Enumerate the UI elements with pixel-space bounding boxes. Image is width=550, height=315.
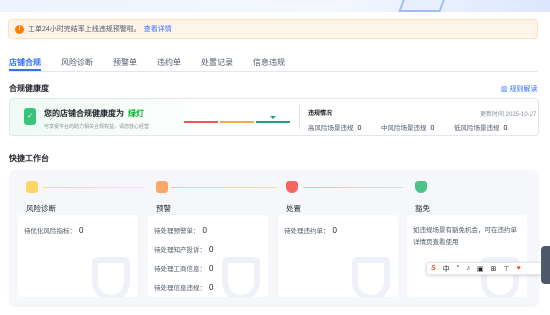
ime-toolbox-icon[interactable]: ⊞ [491,265,497,273]
exemption-text: 如违规场景有豁免机会，可在违约单详情页查看使用 [413,227,517,246]
ime-punctuation-icon[interactable]: ° [457,265,460,272]
risk-diagnosis-icon [26,181,38,193]
disposal-shield-icon [286,181,298,193]
list-item[interactable]: 待处理信息违规： 0 [154,282,213,292]
violation-title: 违规情况 [308,111,333,117]
level-bar-orange [220,121,254,123]
rule-explanation-link[interactable]: ▥ 规则解读 [501,84,538,94]
col-label-warning: 预警 [156,204,171,213]
tab-info-violations[interactable]: 信息违规 [253,57,285,68]
health-level: 绿灯 [128,109,144,118]
ime-logo-icon[interactable]: S [431,265,436,272]
violation-low: 低风险场景违规 0 [454,125,508,132]
alert-text: 工单24小时完结率上线违规预警啦。 [28,26,141,33]
top-banner [0,0,550,12]
list-item[interactable]: 待优化风险指标： 0 [24,225,83,235]
exemption-card: 如违规场景有豁免机会，可在违约单详情页查看使用 [407,215,527,297]
flow-line [171,187,277,188]
list-item[interactable]: 待处理预警单： 0 [154,225,207,235]
exemption-shield-icon [415,181,427,193]
shield-watermark-icon [222,257,260,297]
book-icon: ▥ [501,86,510,93]
ime-mascot-icon[interactable]: ♥ [517,265,521,272]
shield-watermark-icon [92,257,130,297]
ime-keyboard-icon[interactable]: ▣ [477,265,484,273]
health-summary: ✓ 您的店铺合规健康度为 绿灯 可享受平台的助力相关合规权益，请您放心经营 [10,99,298,135]
disposal-card: 待处理违约单： 0 [278,215,398,297]
flow-line [303,187,403,188]
side-drawer-handle[interactable] [541,246,550,284]
level-bar-red [184,121,218,123]
list-item[interactable]: 待处理知产投诉： 0 [154,244,213,254]
list-item[interactable]: 待处理工商信息： 0 [154,263,213,273]
shield-watermark-icon [352,257,390,297]
level-marker-icon [270,116,276,119]
warning-icon: ! [15,24,24,34]
ime-chinese-mode[interactable]: 中 [443,264,450,274]
violation-medium: 中风险场景违规 0 [381,125,435,132]
tab-store-compliance[interactable]: 店铺合规 [9,57,41,68]
tab-bar: 店铺合规 风险诊断 预警单 违约单 处置记录 信息违规 [9,57,305,68]
health-card: ✓ 您的店铺合规健康度为 绿灯 可享受平台的助力相关合规权益，请您放心经营 违规情… [9,98,539,136]
ime-voice-icon[interactable]: ♪ [466,265,470,272]
col-label-disposal: 处置 [286,204,301,213]
health-divider [299,105,300,129]
col-label-risk: 风险诊断 [26,204,56,213]
warning-bell-icon [156,181,168,193]
alert-detail-link[interactable]: 查看详情 [144,24,172,34]
alert-bar: ! 工单24小时完结率上线违规预警啦。 查看详情 [8,19,538,39]
tabs-divider [8,71,538,72]
workbench-section-title: 快捷工作台 [9,154,49,163]
warning-card: 待处理预警单： 0 待处理知产投诉： 0 待处理工商信息： 0 待处理信息违规： 0 [148,215,268,297]
flow-line [43,187,145,188]
quick-workbench: 风险诊断 预警 处置 豁免 待优化风险指标： 0 待处理预警单： 0 待处理知产投诉… [9,170,539,307]
tab-violations[interactable]: 违约单 [157,57,181,68]
tab-disposal-records[interactable]: 处置记录 [201,57,233,68]
ime-toolbar: S 中 ° ♪ ▣ ⊞ ⊤ ♥ [426,262,550,275]
update-time: 更新时间 2025-10-27 [480,112,537,118]
tab-risk-diagnosis[interactable]: 风险诊断 [61,57,93,68]
health-subtitle: 可享受平台的助力相关合规权益，请您放心经营 [44,124,150,130]
health-section-title: 合规健康度 [9,84,49,93]
tab-warnings[interactable]: 预警单 [113,57,137,68]
violation-high: 高风险场景违规 0 [308,125,362,132]
ime-skin-icon[interactable]: ⊤ [503,265,509,273]
banner-illustration [398,0,448,12]
shield-check-icon: ✓ [24,108,36,125]
list-item[interactable]: 待处理违约单： 0 [284,225,337,235]
level-bar-green [256,121,290,123]
health-title: 您的店铺合规健康度为 绿灯 [44,109,144,118]
col-label-exemption: 豁免 [415,204,430,213]
risk-card: 待优化风险指标： 0 [18,215,138,297]
